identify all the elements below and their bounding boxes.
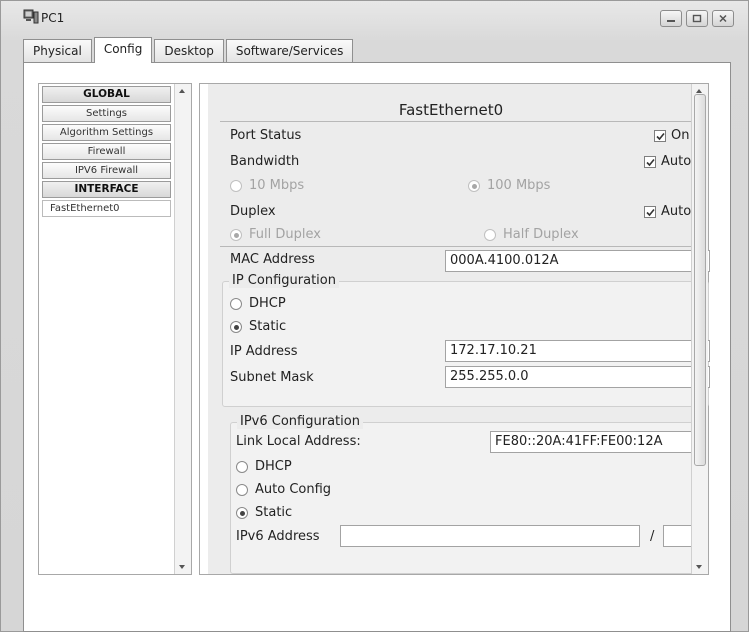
scroll-up-icon[interactable]: [696, 89, 702, 93]
bandwidth-10-radio[interactable]: 10 Mbps: [230, 178, 304, 193]
nav-item-firewall[interactable]: Firewall: [42, 143, 171, 160]
bandwidth-auto-checkbox[interactable]: Auto: [644, 154, 691, 169]
tab-desktop[interactable]: Desktop: [154, 39, 224, 63]
maximize-icon: [692, 14, 702, 23]
check-icon: [644, 155, 656, 168]
ipv6-dhcp-label: DHCP: [255, 459, 292, 474]
divider: [220, 121, 692, 122]
full-duplex-label: Full Duplex: [249, 227, 321, 242]
radio-icon: [236, 506, 248, 519]
tab-config[interactable]: Config: [93, 37, 153, 63]
close-icon: [719, 14, 727, 23]
tab-software-services[interactable]: Software/Services: [225, 39, 354, 63]
port-status-checkbox[interactable]: On: [654, 128, 689, 143]
pc-icon: [23, 9, 39, 24]
ipv6-address-field[interactable]: [340, 525, 640, 547]
scroll-up-icon[interactable]: [179, 89, 185, 93]
nav-item-algorithm-settings[interactable]: Algorithm Settings: [42, 124, 171, 141]
divider: [220, 246, 692, 247]
duplex-auto-label: Auto: [661, 204, 692, 219]
nav-item-fastethernet0[interactable]: FastEthernet0: [42, 200, 171, 217]
nav-item-ipv6-firewall[interactable]: IPV6 Firewall: [42, 162, 171, 179]
mac-address-label: MAC Address: [230, 252, 315, 267]
radio-icon: [236, 460, 248, 473]
scroll-down-icon[interactable]: [179, 565, 185, 569]
subnet-mask-label: Subnet Mask: [230, 370, 314, 385]
panel-scrollbar[interactable]: [691, 84, 708, 574]
radio-icon: [484, 228, 496, 241]
ipv6-address-label: IPv6 Address: [236, 529, 320, 544]
radio-icon: [468, 179, 480, 192]
ipv6-dhcp-radio[interactable]: DHCP: [236, 459, 292, 474]
window-title: PC1: [41, 11, 65, 25]
nav-interface-header: INTERFACE: [42, 181, 171, 198]
bandwidth-auto-label: Auto: [661, 154, 692, 169]
maximize-button[interactable]: [686, 10, 708, 27]
radio-icon: [230, 228, 242, 241]
full-duplex-radio[interactable]: Full Duplex: [230, 227, 321, 242]
tab-bar: Physical Config Desktop Software/Service…: [23, 37, 355, 63]
half-duplex-radio[interactable]: Half Duplex: [484, 227, 579, 242]
prefix-slash: /: [650, 529, 655, 544]
link-local-field[interactable]: FE80::20A:41FF:FE00:12A: [490, 431, 702, 453]
pc1-window: PC1 Physical Config Desktop Software/Ser…: [0, 0, 749, 632]
subnet-mask-field[interactable]: 255.255.0.0: [445, 366, 710, 388]
radio-icon: [230, 179, 242, 192]
interface-title: FastEthernet0: [398, 101, 504, 119]
interface-panel: FastEthernet0 Port Status On Bandwidth A…: [199, 83, 710, 575]
ip-dhcp-radio[interactable]: DHCP: [230, 296, 286, 311]
ipv6-static-label: Static: [255, 505, 293, 520]
check-icon: [644, 205, 656, 218]
scroll-thumb[interactable]: [694, 94, 706, 466]
nav-item-settings[interactable]: Settings: [42, 105, 171, 122]
nav-scrollbar[interactable]: [174, 84, 191, 574]
tab-physical[interactable]: Physical: [23, 39, 92, 63]
port-status-on-label: On: [671, 128, 690, 143]
radio-icon: [236, 483, 248, 496]
ipv6-config-title: IPv6 Configuration: [237, 414, 363, 429]
ipv6-auto-config-radio[interactable]: Auto Config: [236, 482, 331, 497]
bandwidth-100-label: 100 Mbps: [487, 178, 551, 193]
duplex-label: Duplex: [230, 204, 276, 219]
nav-global-header: GLOBAL: [42, 86, 171, 103]
ipv6-auto-config-label: Auto Config: [255, 482, 332, 497]
radio-icon: [230, 320, 242, 333]
bandwidth-10-label: 10 Mbps: [249, 178, 305, 193]
config-nav: GLOBAL Settings Algorithm Settings Firew…: [38, 83, 192, 575]
minimize-icon: [667, 19, 675, 22]
config-content: GLOBAL Settings Algorithm Settings Firew…: [23, 62, 731, 632]
mac-address-field[interactable]: 000A.4100.012A: [445, 250, 710, 272]
ip-address-label: IP Address: [230, 344, 298, 359]
ip-static-radio[interactable]: Static: [230, 319, 286, 334]
scroll-down-icon[interactable]: [696, 565, 702, 569]
close-button[interactable]: [712, 10, 734, 27]
port-status-label: Port Status: [230, 128, 302, 143]
bandwidth-100-radio[interactable]: 100 Mbps: [468, 178, 550, 193]
half-duplex-label: Half Duplex: [503, 227, 579, 242]
ip-dhcp-label: DHCP: [249, 296, 286, 311]
ipv6-static-radio[interactable]: Static: [236, 505, 292, 520]
check-icon: [654, 129, 666, 142]
title-bar: PC1: [1, 1, 748, 37]
ip-address-field[interactable]: 172.17.10.21: [445, 340, 710, 362]
minimize-button[interactable]: [660, 10, 682, 27]
ip-static-label: Static: [249, 319, 287, 334]
bandwidth-label: Bandwidth: [230, 154, 300, 169]
duplex-auto-checkbox[interactable]: Auto: [644, 204, 691, 219]
ip-config-title: IP Configuration: [229, 273, 339, 288]
radio-icon: [230, 297, 242, 310]
link-local-label: Link Local Address:: [236, 434, 361, 449]
